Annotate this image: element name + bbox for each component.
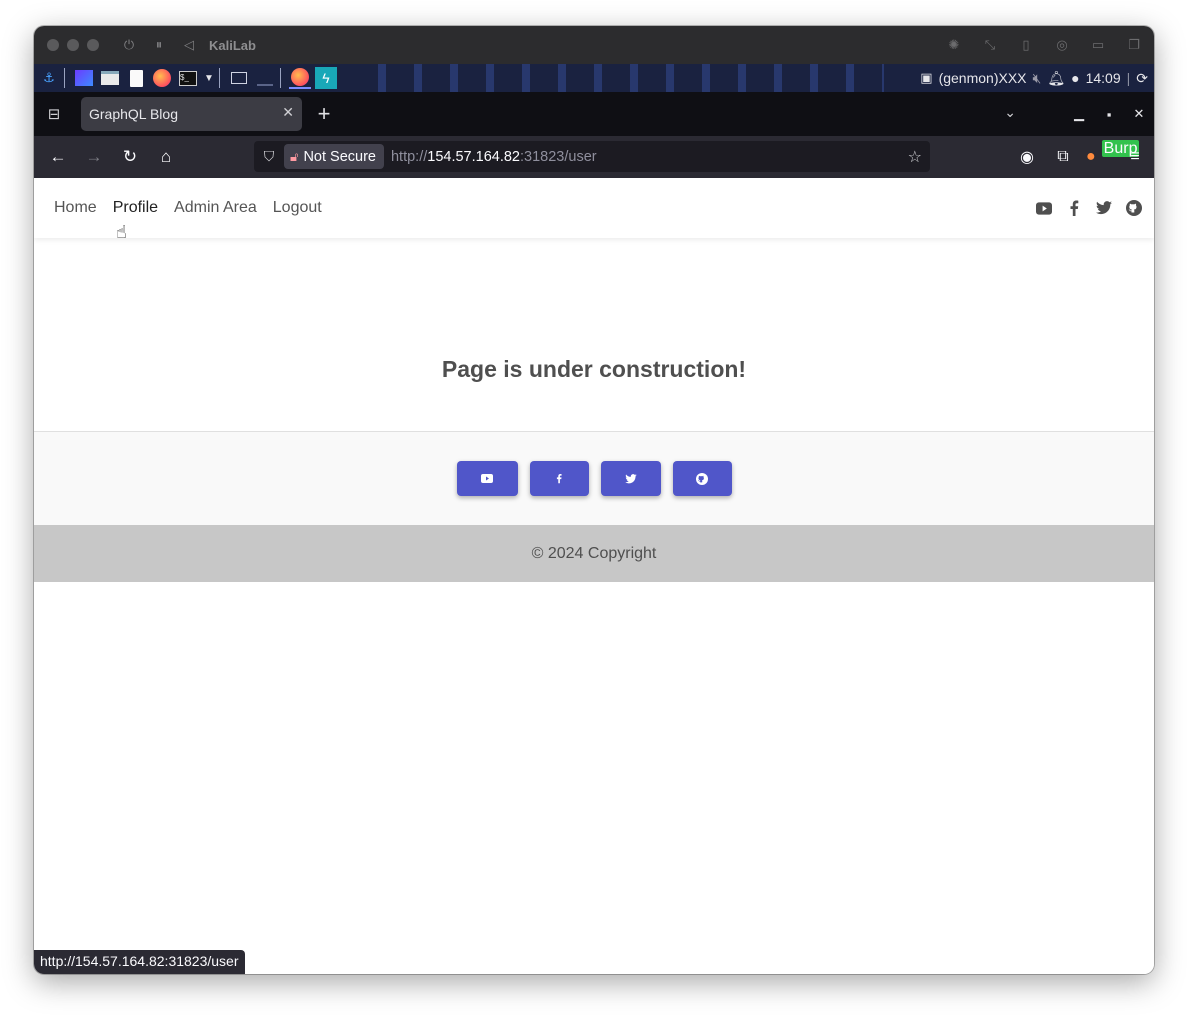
web-page: Home Profile Admin Area Logout ☝ Page is… [34, 178, 1154, 974]
reload-button[interactable]: ↻ [112, 147, 148, 167]
nav-admin-area-link[interactable]: Admin Area [174, 199, 257, 217]
vm-titlebar: ⏻ ⏸ ◁ KaliLab ✺ ⤡ ▯ ◎ ▭ ❐ [34, 26, 1154, 64]
navigation-toolbar: ← → ↻ ⌂ ⛉ 🔓︎ Not Secure http://154.57.16… [34, 136, 1154, 178]
home-button[interactable]: ⌂ [148, 147, 184, 167]
kali-panel: ⚓ $_ ▼ ϟ ▣ (genmon)XXX 🔇︎ 🔔︎ ● 14:09 | ⟳ [34, 64, 1154, 92]
hero-section: Page is under construction! [34, 238, 1154, 432]
facebook-icon[interactable] [1066, 200, 1082, 216]
window-preview-icon[interactable] [228, 67, 250, 89]
footer-github-button[interactable] [672, 461, 732, 496]
close-icon[interactable]: ✕ [1124, 106, 1154, 122]
back-icon[interactable]: ◁ [181, 37, 197, 53]
new-tab-button[interactable]: + [314, 101, 334, 127]
twitter-icon[interactable] [1096, 200, 1112, 216]
extensions-icon[interactable]: ⧉ [1050, 148, 1076, 166]
copyright-bar: © 2024 Copyright [34, 525, 1154, 582]
window-preview-icon-2[interactable] [254, 67, 276, 89]
minimize-icon[interactable]: ▁ [1064, 106, 1094, 122]
status-bar-link: http://154.57.164.82:31823/user [34, 950, 245, 974]
copyright-text: © 2024 Copyright [531, 544, 657, 562]
terminal-icon[interactable]: $_ [177, 67, 199, 89]
usb-icon[interactable]: ▯ [1016, 37, 1036, 53]
genmon-text: (genmon)XXX [938, 70, 1027, 86]
tab-graphql-blog[interactable]: GraphQL Blog ✕ [81, 97, 302, 131]
minimize-window-button[interactable] [67, 39, 79, 51]
page-heading: Page is under construction! [441, 356, 747, 382]
nav-logout-link[interactable]: Logout [273, 199, 322, 217]
maximize-icon[interactable]: ▪ [1094, 107, 1124, 122]
genmon-icon: ▣ [920, 70, 933, 85]
spinner-icon[interactable]: ✺ [944, 37, 964, 53]
nav-home-link[interactable]: Home [54, 199, 97, 217]
youtube-icon[interactable] [1036, 200, 1052, 216]
menu-icon[interactable]: ≡ [1122, 148, 1148, 166]
bookmark-star-icon[interactable]: ☆ [908, 147, 922, 167]
burp-extension-icon[interactable]: ● Burp [1086, 140, 1140, 166]
kali-menu-icon[interactable]: ⚓ [38, 67, 60, 89]
footer-facebook-button[interactable] [529, 461, 589, 496]
footer-twitter-button[interactable] [600, 461, 661, 496]
not-secure-badge[interactable]: 🔓︎ Not Secure [284, 144, 384, 169]
mouse-cursor: ☝ [116, 222, 127, 242]
file-manager-icon[interactable] [99, 67, 121, 89]
zoom-window-button[interactable] [87, 39, 99, 51]
twitter-icon [624, 473, 637, 483]
url-text[interactable]: http://154.57.164.82:31823/user [391, 149, 597, 165]
power-icon[interactable]: ⏻ [121, 37, 137, 53]
mute-icon[interactable]: 🔇︎ [1033, 70, 1042, 87]
resize-icon[interactable]: ⤡ [980, 37, 1000, 53]
firefox-launcher-icon[interactable] [151, 67, 173, 89]
pause-icon[interactable]: ⏸ [151, 37, 167, 53]
list-tabs-icon[interactable]: ⌄ [1004, 104, 1016, 121]
insecure-lock-icon: 🔓︎ [290, 148, 299, 164]
firefox-view-icon[interactable]: ⊟ [34, 92, 74, 136]
footer-youtube-button[interactable] [456, 461, 518, 496]
tab-strip: ⊟ GraphQL Blog ✕ + ⌄ ▁ ▪ ✕ [34, 92, 1154, 136]
tracking-shield-icon[interactable]: ⛉ [254, 148, 284, 165]
text-editor-icon[interactable] [125, 67, 147, 89]
clock[interactable]: 14:09 [1086, 70, 1121, 86]
tab-title: GraphQL Blog [89, 106, 178, 122]
windows-icon[interactable]: ❐ [1124, 37, 1144, 53]
forward-button[interactable]: → [76, 147, 112, 167]
close-window-button[interactable] [47, 39, 59, 51]
github-icon [696, 472, 708, 485]
url-bar[interactable]: ⛉ 🔓︎ Not Secure http://154.57.164.82:318… [254, 141, 930, 172]
youtube-icon [481, 474, 493, 483]
vm-window: ⏻ ⏸ ◁ KaliLab ✺ ⤡ ▯ ◎ ▭ ❐ ⚓ $_ ▼ ϟ ▣ (ge… [34, 26, 1154, 974]
notification-icon[interactable]: 🔔︎ [1047, 70, 1065, 87]
facebook-icon [556, 474, 562, 484]
back-button[interactable]: ← [40, 147, 76, 167]
logout-icon[interactable]: ⟳ [1136, 70, 1148, 87]
firefox-task-icon[interactable] [289, 67, 311, 89]
vm-title: KaliLab [209, 37, 256, 53]
burp-task-icon[interactable]: ϟ [315, 67, 337, 89]
close-tab-icon[interactable]: ✕ [282, 104, 294, 121]
folder-icon[interactable]: ▭ [1088, 37, 1108, 53]
nav-profile-link[interactable]: Profile [113, 199, 158, 217]
chevron-down-icon[interactable]: ▼ [203, 67, 215, 89]
account-icon[interactable]: ◉ [1014, 147, 1040, 167]
site-navbar: Home Profile Admin Area Logout [34, 178, 1154, 238]
footer-social-section [34, 432, 1154, 525]
panel-wallpaper [364, 64, 884, 92]
github-icon[interactable] [1126, 200, 1142, 216]
workspace-icon[interactable] [73, 67, 95, 89]
power-indicator-icon[interactable]: ● [1071, 70, 1079, 86]
network-icon[interactable]: ◎ [1052, 37, 1072, 53]
